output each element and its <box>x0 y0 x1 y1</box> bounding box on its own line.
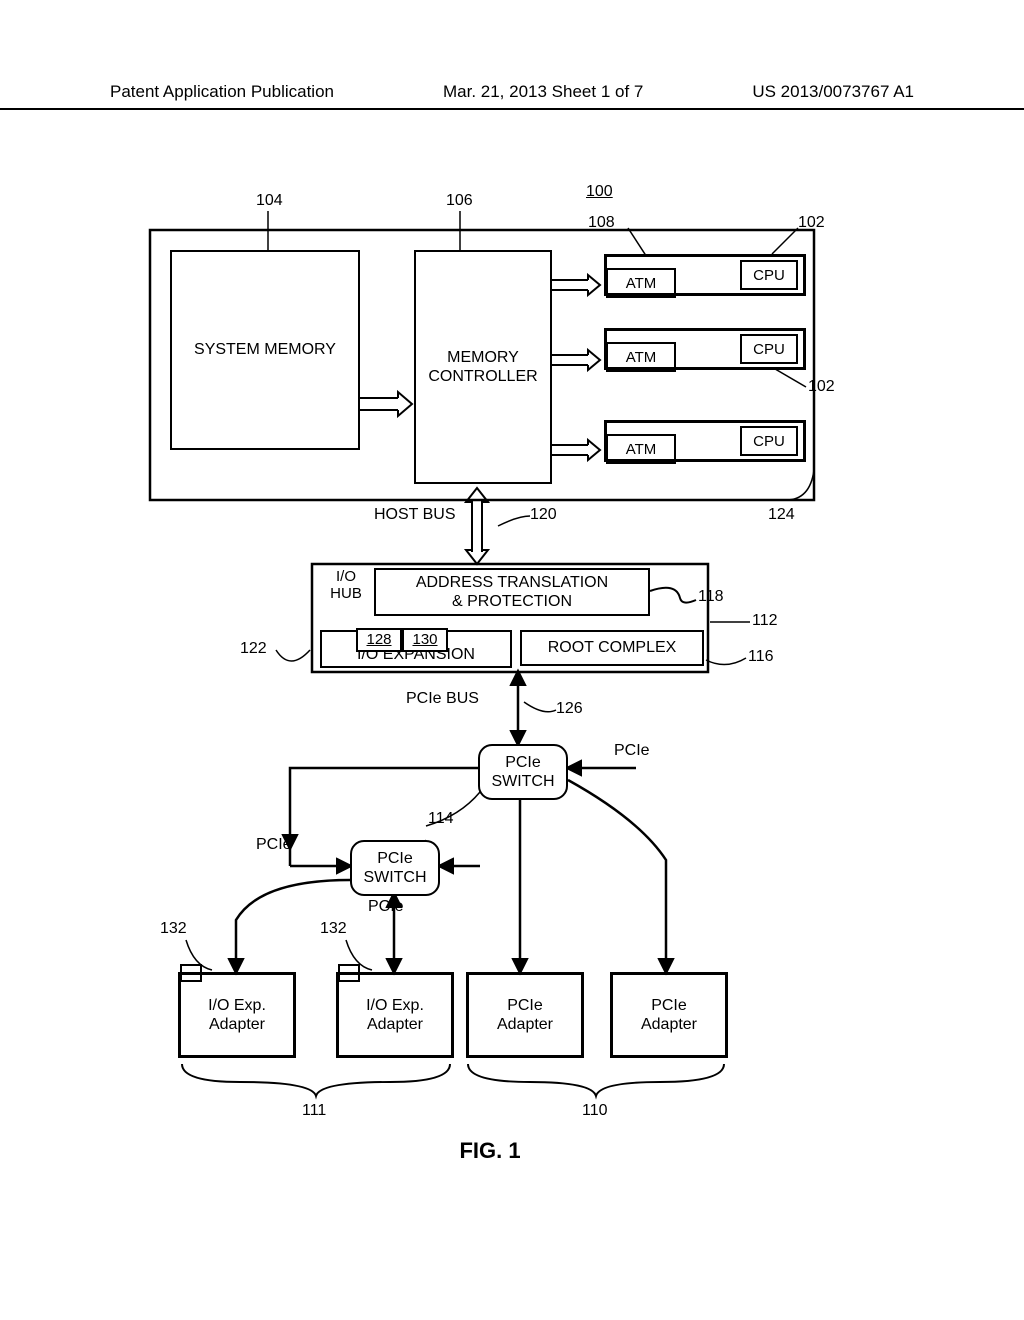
atm-1: ATM <box>606 268 676 298</box>
io-hub-label: I/O HUB <box>326 568 366 602</box>
cpu-3: CPU <box>740 426 798 456</box>
memory-controller-label: MEMORY CONTROLLER <box>428 348 537 386</box>
addr-trans-label: ADDRESS TRANSLATION & PROTECTION <box>416 573 608 611</box>
pcie-label-left: PCIe <box>256 836 292 854</box>
ref-114: 114 <box>428 810 454 828</box>
ref-130: 130 <box>412 631 437 649</box>
system-memory-label: SYSTEM MEMORY <box>194 340 336 359</box>
figure-caption: FIG. 1 <box>120 1138 860 1164</box>
block-130: 130 <box>402 628 448 652</box>
ref-112: 112 <box>752 612 778 630</box>
cpu-1: CPU <box>740 260 798 290</box>
pcie-bus-label: PCIe BUS <box>406 690 479 708</box>
ref-124: 124 <box>768 506 795 524</box>
pcie-label-right: PCIe <box>614 742 650 760</box>
block-128: 128 <box>356 628 402 652</box>
host-bus-label: HOST BUS <box>374 506 456 524</box>
io-exp-adapter-2: I/O Exp. Adapter <box>336 972 454 1058</box>
header-right: US 2013/0073767 A1 <box>752 82 914 102</box>
ref-122: 122 <box>240 640 267 658</box>
ref-128: 128 <box>366 631 391 649</box>
figure-1-diagram: 100 104 106 108 102 102 124 SYSTEM MEMOR… <box>120 180 860 1200</box>
pcie-label-mid: PCIe <box>368 898 404 916</box>
pcie-switch-2: PCIe SWITCH <box>350 840 440 896</box>
header-center: Mar. 21, 2013 Sheet 1 of 7 <box>443 82 643 102</box>
memory-controller-block: MEMORY CONTROLLER <box>414 250 552 484</box>
connector-1 <box>180 964 202 982</box>
system-memory-block: SYSTEM MEMORY <box>170 250 360 450</box>
pcie-adapter-2: PCIe Adapter <box>610 972 728 1058</box>
ref-111: 111 <box>302 1102 326 1120</box>
ref-132b: 132 <box>320 920 347 938</box>
page-header: Patent Application Publication Mar. 21, … <box>0 82 1024 110</box>
ref-102b: 102 <box>808 378 835 396</box>
root-complex-block: ROOT COMPLEX <box>520 630 704 666</box>
ref-100: 100 <box>586 183 613 201</box>
io-exp-adapter-1: I/O Exp. Adapter <box>178 972 296 1058</box>
ref-126: 126 <box>556 700 583 718</box>
ref-102a: 102 <box>798 214 825 232</box>
pcie-adapter-1: PCIe Adapter <box>466 972 584 1058</box>
ref-132a: 132 <box>160 920 187 938</box>
ref-104: 104 <box>256 192 283 210</box>
root-complex-label: ROOT COMPLEX <box>548 638 677 657</box>
atm-2: ATM <box>606 342 676 372</box>
ref-118: 118 <box>698 588 724 606</box>
ref-106: 106 <box>446 192 473 210</box>
addr-trans-block: ADDRESS TRANSLATION & PROTECTION <box>374 568 650 616</box>
cpu-2: CPU <box>740 334 798 364</box>
ref-108: 108 <box>588 214 615 232</box>
atm-3: ATM <box>606 434 676 464</box>
connector-2 <box>338 964 360 982</box>
ref-116: 116 <box>748 648 774 666</box>
ref-120: 120 <box>530 506 557 524</box>
header-left: Patent Application Publication <box>110 82 334 102</box>
ref-110: 110 <box>582 1102 608 1120</box>
pcie-switch-1: PCIe SWITCH <box>478 744 568 800</box>
